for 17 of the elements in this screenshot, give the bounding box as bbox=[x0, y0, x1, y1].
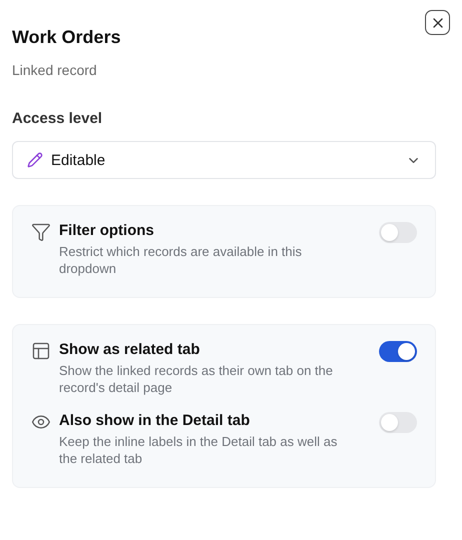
option-description: Keep the inline labels in the Detail tab as well as the related tab bbox=[59, 433, 338, 467]
panel-title: Work Orders bbox=[12, 27, 121, 48]
toggle-switch[interactable] bbox=[379, 341, 417, 362]
option-title: Filter options bbox=[59, 222, 155, 239]
panel-subtitle: Linked record bbox=[12, 62, 98, 78]
option-description: Show the linked records as their own tab on the record's detail page bbox=[59, 362, 334, 396]
toggle-switch[interactable] bbox=[379, 412, 417, 433]
toggle-switch[interactable] bbox=[379, 222, 417, 243]
access-level-select[interactable]: Editable bbox=[12, 141, 436, 179]
option-description: Restrict which records are available in this dropdown bbox=[59, 243, 303, 277]
option-title: Show as related tab bbox=[59, 341, 201, 358]
close-button[interactable] bbox=[425, 10, 450, 35]
filter-icon bbox=[31, 222, 51, 242]
option-title: Also show in the Detail tab bbox=[59, 412, 251, 429]
layout-icon bbox=[31, 341, 51, 361]
field-label: Access level bbox=[12, 110, 104, 127]
pencil-icon bbox=[27, 152, 43, 168]
